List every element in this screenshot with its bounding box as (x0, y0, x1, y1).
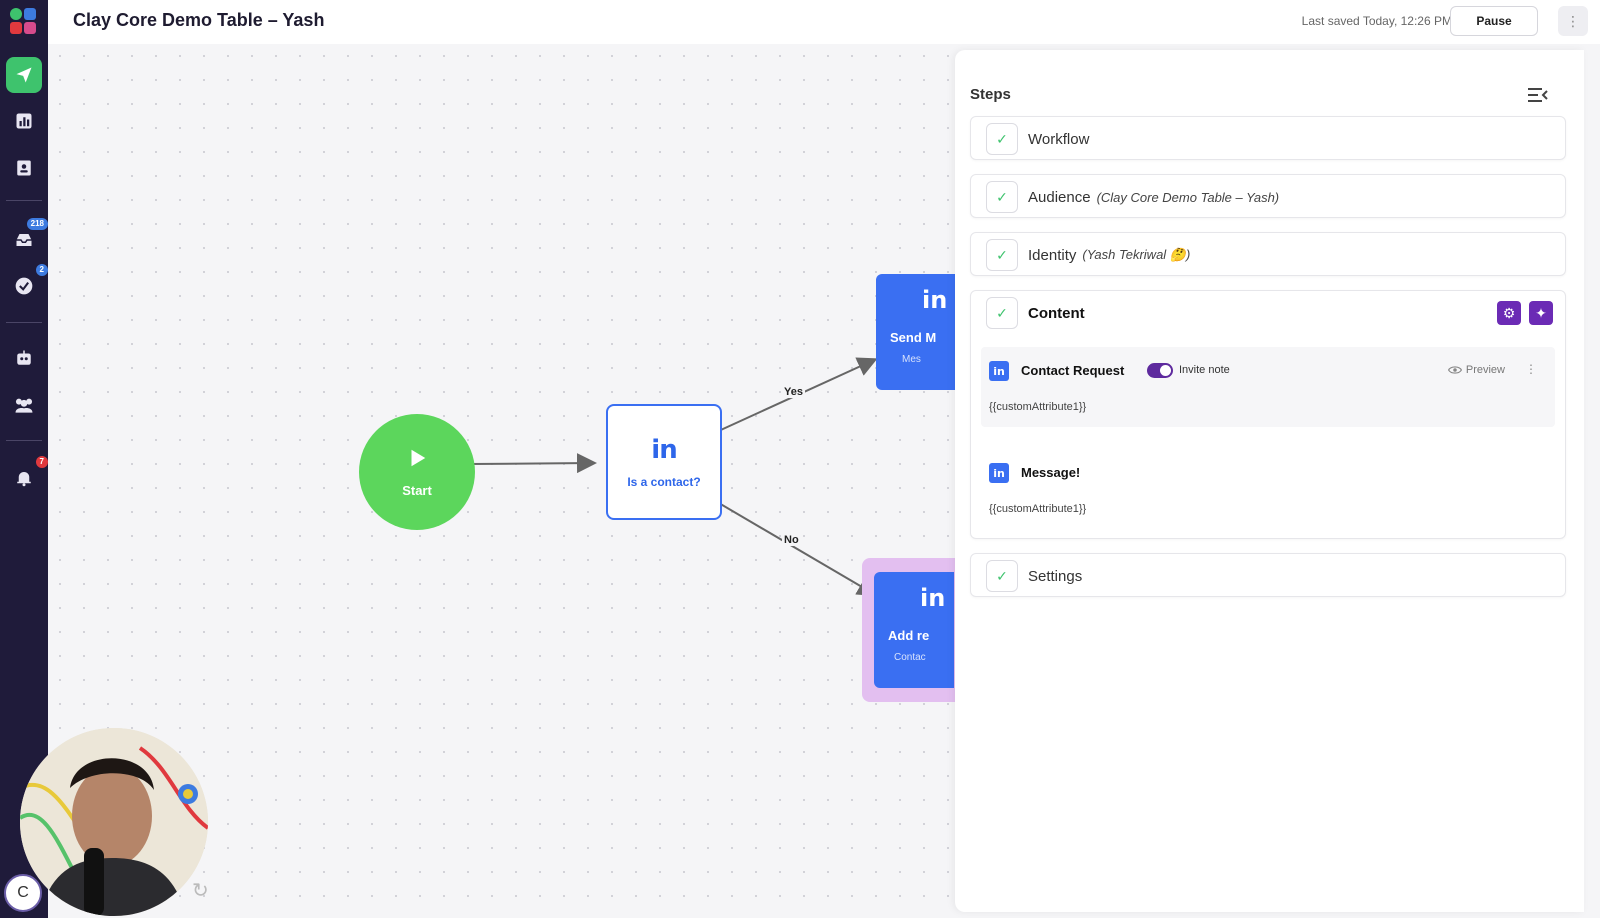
check-circle-icon (15, 277, 33, 295)
inbox-badge: 218 (26, 218, 48, 230)
step-identity[interactable]: ✓ Identity (Yash Tekriwal 🤔) (970, 232, 1566, 276)
check-icon: ✓ (986, 123, 1018, 155)
avatar-letter: C (17, 884, 29, 901)
step-content[interactable]: ✓ Content ⚙ ✦ in Contact Request Invite … (970, 290, 1566, 539)
contact-request-text: {{customAttribute1}} (989, 401, 1087, 413)
presenter-video (20, 728, 208, 916)
step-audience-label: Audience (1028, 188, 1091, 206)
check-icon: ✓ (986, 560, 1018, 592)
check-icon: ✓ (986, 181, 1018, 213)
page-title: Clay Core Demo Table – Yash (73, 10, 325, 30)
step-content-label: Content (1028, 304, 1085, 322)
send-message-node[interactable]: in Send M Mes (876, 274, 956, 390)
invite-note-label: Invite note (1179, 364, 1230, 376)
more-options-button[interactable]: ⋮ (1558, 6, 1588, 36)
send-message-sub: Mes (902, 354, 921, 365)
last-saved-status: Last saved Today, 12:26 PM (1301, 14, 1452, 28)
is-contact-label: Is a contact? (627, 475, 701, 489)
app-logo[interactable] (10, 8, 36, 34)
refresh-icon[interactable]: ↻ (192, 878, 209, 903)
robot-icon (17, 350, 31, 365)
check-icon: ✓ (986, 297, 1018, 329)
linkedin-icon: in (651, 435, 677, 465)
contact-request-title: Contact Request (1021, 363, 1125, 378)
analytics-nav-item[interactable] (6, 103, 42, 139)
tasks-nav-item[interactable]: 2 (6, 264, 48, 304)
step-settings[interactable]: ✓ Settings (970, 553, 1566, 597)
steps-panel: Steps ✓ Workflow ✓ Audience (Clay Core D… (955, 50, 1584, 912)
send-message-label: Send M (890, 330, 937, 345)
content-message[interactable]: in Message! {{customAttribute1}} (981, 449, 1555, 529)
contacts-nav-item[interactable] (6, 150, 42, 186)
step-identity-label: Identity (1028, 246, 1077, 264)
invite-note-toggle[interactable] (1147, 363, 1173, 378)
linkedin-icon: in (989, 463, 1009, 483)
step-settings-label: Settings (1028, 567, 1083, 585)
content-contact-request[interactable]: in Contact Request Invite note Preview ⋮… (981, 347, 1555, 427)
steps-title: Steps (970, 86, 1011, 103)
sidebar-divider (6, 440, 42, 441)
webcam-overlay (20, 728, 208, 916)
collapse-panel-icon[interactable] (1528, 86, 1548, 104)
sidebar-divider (6, 322, 42, 323)
start-label: Start (402, 482, 432, 498)
step-audience[interactable]: ✓ Audience (Clay Core Demo Table – Yash) (970, 174, 1566, 218)
preview-button[interactable]: Preview (1447, 364, 1505, 376)
linkedin-icon: in (920, 584, 946, 612)
linkedin-icon: in (989, 361, 1009, 381)
is-contact-node[interactable]: in Is a contact? (606, 404, 722, 520)
linkedin-icon: in (922, 286, 948, 314)
play-icon (411, 449, 426, 466)
preview-label: Preview (1465, 364, 1505, 376)
edge-start-to-contact (470, 453, 597, 474)
inbox-nav-item[interactable]: 218 (6, 218, 48, 258)
eye-icon (1447, 366, 1462, 374)
send-icon (16, 67, 32, 83)
step-audience-detail: (Clay Core Demo Table – Yash) (1096, 189, 1280, 205)
edge-no (711, 498, 878, 597)
step-workflow[interactable]: ✓ Workflow (970, 116, 1566, 160)
step-identity-detail: (Yash Tekriwal 🤔) (1082, 247, 1191, 262)
inbox-icon (16, 234, 32, 246)
team-icon (15, 398, 33, 413)
notifications-nav-item[interactable]: 7 (6, 456, 48, 496)
message-title: Message! (1021, 465, 1081, 480)
start-node[interactable]: Start (359, 414, 475, 530)
edge-label-yes: Yes (782, 386, 805, 398)
gear-icon[interactable]: ⚙ (1497, 301, 1521, 325)
message-text: {{customAttribute1}} (989, 503, 1087, 515)
add-contact-sub: Contac (894, 652, 926, 663)
check-icon: ✓ (986, 239, 1018, 271)
sparkle-icon[interactable]: ✦ (1529, 301, 1553, 325)
notifications-badge: 7 (35, 456, 48, 468)
team-nav-item[interactable] (6, 387, 42, 423)
automation-nav-item[interactable] (6, 340, 42, 376)
add-contact-node[interactable]: in Add re Contac (874, 572, 954, 688)
tasks-badge: 2 (35, 264, 48, 276)
add-contact-label: Add re (888, 628, 930, 643)
top-header: Clay Core Demo Table – Yash Last saved T… (48, 0, 1600, 44)
kebab-menu-icon[interactable]: ⋮ (1525, 362, 1537, 376)
edge-label-no: No (782, 534, 801, 546)
campaigns-nav-item[interactable] (6, 57, 42, 93)
bell-icon (17, 472, 31, 487)
step-workflow-label: Workflow (1028, 130, 1090, 148)
pause-button[interactable]: Pause (1450, 6, 1538, 36)
address-book-icon (17, 160, 31, 176)
chart-icon (16, 113, 32, 129)
sidebar-divider (6, 200, 42, 201)
user-avatar[interactable]: C (4, 874, 42, 912)
